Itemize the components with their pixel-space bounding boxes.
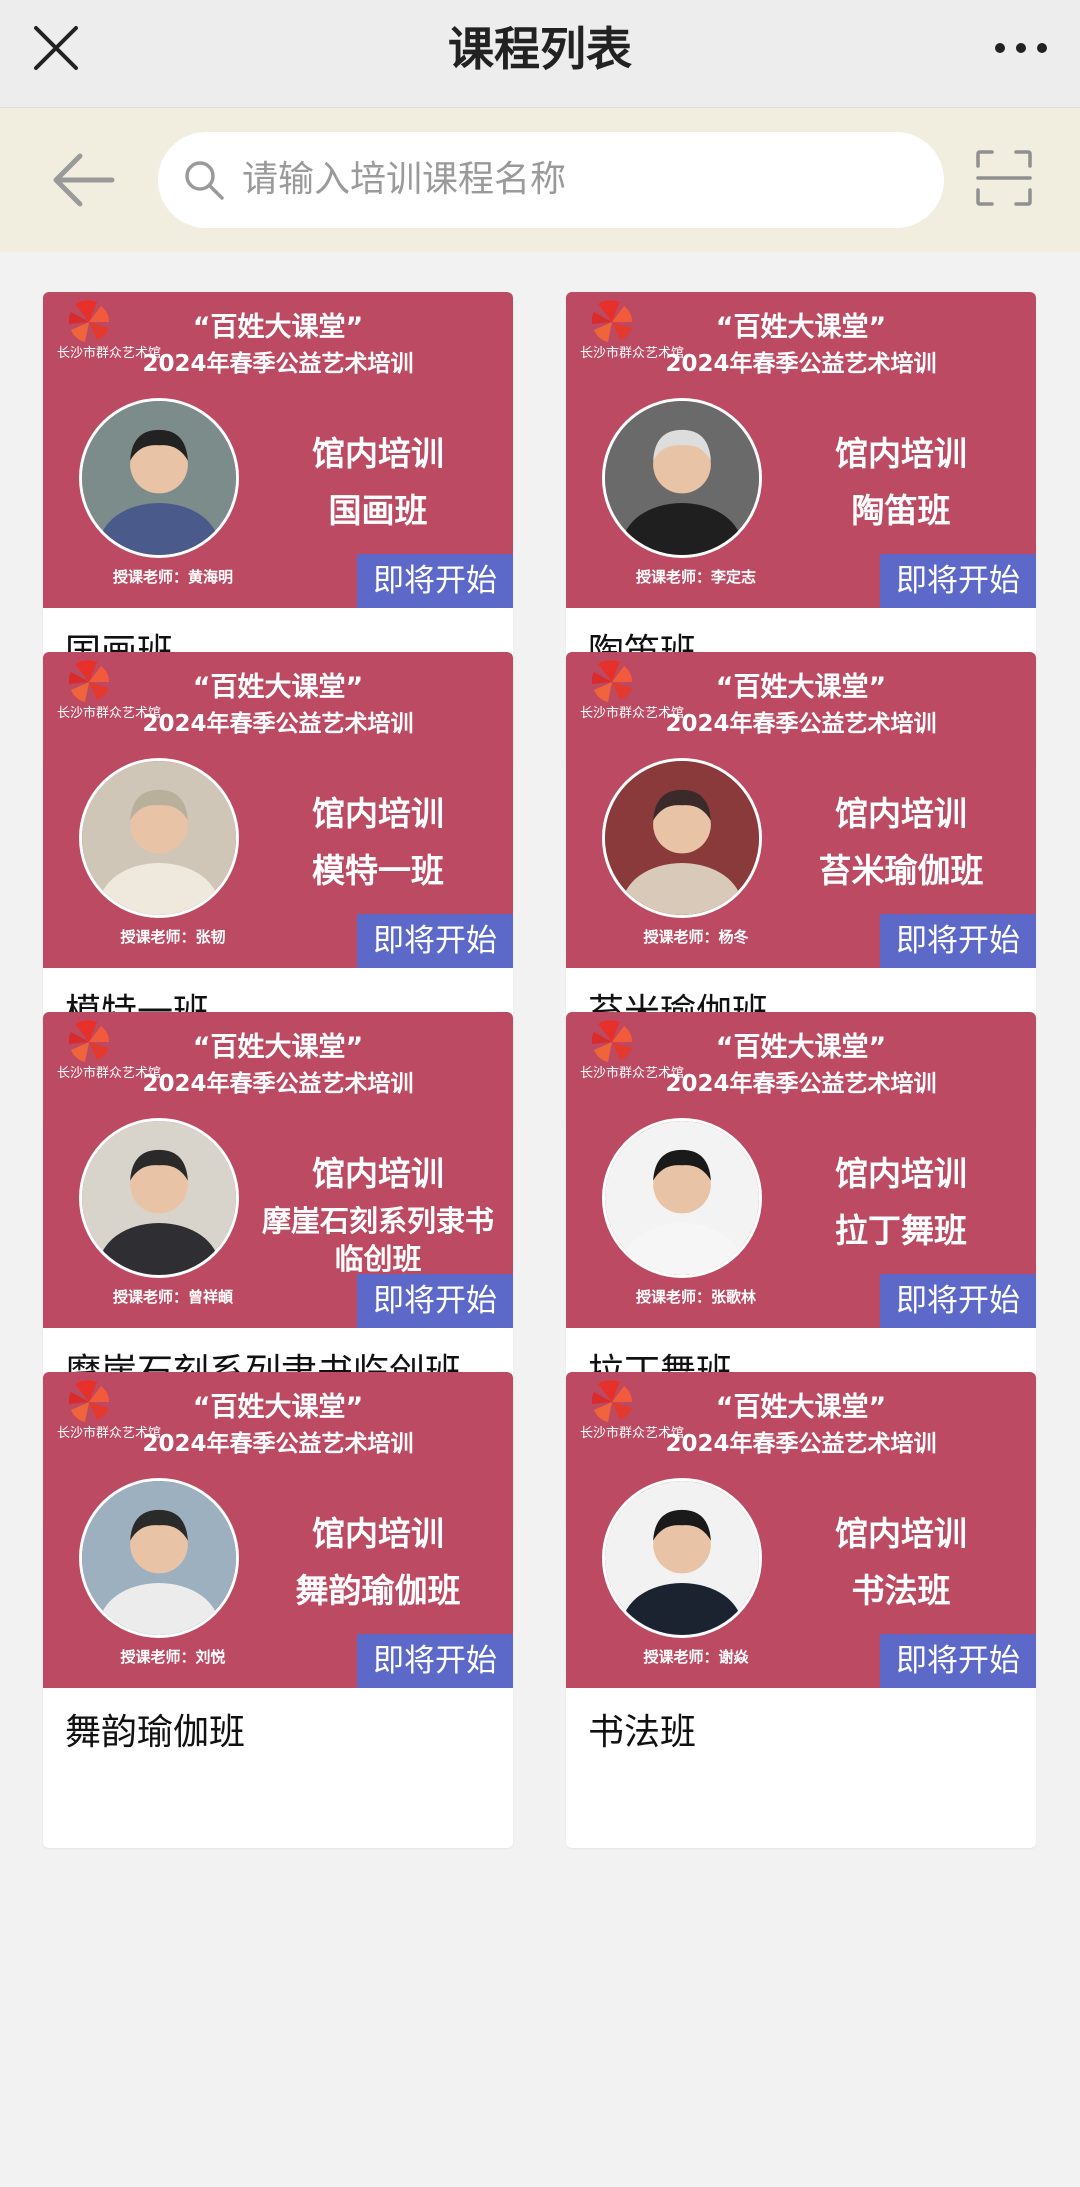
banner-course-name: 苔米瑜伽班 [818,851,984,890]
course-banner: 长沙市群众艺术馆 “百姓大课堂” 2024年春季公益艺术培训 馆内培训 模特一班… [43,652,513,968]
banner-course-name: 拉丁舞班 [835,1211,967,1250]
course-info: 舞韵瑜伽班 [43,1688,513,1762]
status-badge: 即将开始 [880,1274,1036,1328]
event-subtitle: 2024年春季公益艺术培训 [665,351,937,377]
search-placeholder: 请输入培训课程名称 [242,159,567,200]
teacher-name: 授课老师：刘悦 [120,1648,226,1666]
status-badge: 即将开始 [357,1274,513,1328]
teacher-name: 授课老师：黄海明 [112,568,233,586]
teacher-portrait [605,761,759,915]
teacher-photo [602,1478,762,1638]
teacher-name: 授课老师：张歌林 [635,1288,756,1306]
status-badge: 即将开始 [880,554,1036,608]
course-banner: 长沙市群众艺术馆 “百姓大课堂” 2024年春季公益艺术培训 馆内培训 摩崖石刻… [43,1012,513,1328]
teacher-name: 授课老师：张韧 [120,928,226,946]
banner-course-name: 陶笛班 [851,491,951,530]
scan-icon[interactable] [974,148,1034,208]
event-title: “百姓大课堂” [715,1032,887,1063]
search-icon [185,161,224,200]
title-bar: 课程列表 [0,0,1080,108]
tag-line: 馆内培训 [312,1514,444,1553]
back-arrow-icon[interactable] [52,144,116,216]
teacher-portrait [605,401,759,555]
event-subtitle: 2024年春季公益艺术培训 [142,1431,414,1457]
event-subtitle: 2024年春季公益艺术培训 [142,1071,414,1097]
teacher-name: 授课老师：曾祥頔 [112,1288,233,1306]
banner-course-name: 摩崖石刻系列隶书临创班 [261,1204,494,1276]
teacher-photo [79,1118,239,1278]
status-badge: 即将开始 [357,914,513,968]
teacher-portrait [605,1121,759,1275]
course-name: 书法班 [588,1712,697,1753]
teacher-portrait [82,401,236,555]
banner-course-name: 舞韵瑜伽班 [295,1571,461,1610]
event-subtitle: 2024年春季公益艺术培训 [665,1431,937,1457]
course-banner: 长沙市群众艺术馆 “百姓大课堂” 2024年春季公益艺术培训 馆内培训 拉丁舞班… [566,1012,1036,1328]
teacher-photo [79,1478,239,1638]
course-banner: 长沙市群众艺术馆 “百姓大课堂” 2024年春季公益艺术培训 馆内培训 苔米瑜伽… [566,652,1036,968]
teacher-photo [602,1118,762,1278]
more-icon[interactable] [986,22,1056,74]
tag-line: 馆内培训 [312,794,444,833]
teacher-photo [602,758,762,918]
banner-course-name: 书法班 [851,1571,951,1610]
teacher-portrait [82,761,236,915]
event-title: “百姓大课堂” [192,1032,364,1063]
teacher-portrait [82,1121,236,1275]
course-card[interactable]: 长沙市群众艺术馆 “百姓大课堂” 2024年春季公益艺术培训 馆内培训 书法班 … [566,1372,1036,1848]
tag-line: 馆内培训 [835,1514,967,1553]
course-name: 舞韵瑜伽班 [65,1712,246,1753]
teacher-photo [79,758,239,918]
event-title: “百姓大课堂” [192,312,364,343]
teacher-name: 授课老师：谢焱 [643,1648,749,1666]
tag-line: 馆内培训 [312,434,444,473]
course-banner: 长沙市群众艺术馆 “百姓大课堂” 2024年春季公益艺术培训 馆内培训 国画班 … [43,292,513,608]
tag-line: 馆内培训 [835,434,967,473]
banner-course-name: 模特一班 [312,851,444,890]
tag-line: 馆内培训 [312,1154,444,1193]
course-banner: 长沙市群众艺术馆 “百姓大课堂” 2024年春季公益艺术培训 馆内培训 书法班 … [566,1372,1036,1688]
event-subtitle: 2024年春季公益艺术培训 [142,351,414,377]
course-card[interactable]: 长沙市群众艺术馆 “百姓大课堂” 2024年春季公益艺术培训 馆内培训 舞韵瑜伽… [43,1372,513,1848]
event-subtitle: 2024年春季公益艺术培训 [142,711,414,737]
status-badge: 即将开始 [357,554,513,608]
teacher-photo [79,398,239,558]
teacher-name: 授课老师：李定志 [635,568,756,586]
event-title: “百姓大课堂” [192,672,364,703]
event-title: “百姓大课堂” [192,1392,364,1423]
tag-line: 馆内培训 [835,1154,967,1193]
event-subtitle: 2024年春季公益艺术培训 [665,1071,937,1097]
course-info: 书法班 [566,1688,1036,1762]
event-title: “百姓大课堂” [715,672,887,703]
status-badge: 即将开始 [357,1634,513,1688]
status-badge: 即将开始 [880,1634,1036,1688]
banner-course-name: 国画班 [328,491,428,530]
page-title: 课程列表 [448,22,632,76]
teacher-name: 授课老师：杨冬 [643,928,749,946]
tag-line: 馆内培训 [835,794,967,833]
event-subtitle: 2024年春季公益艺术培训 [665,711,937,737]
teacher-portrait [82,1481,236,1635]
teacher-portrait [605,1481,759,1635]
status-badge: 即将开始 [880,914,1036,968]
course-banner: 长沙市群众艺术馆 “百姓大课堂” 2024年春季公益艺术培训 馆内培训 陶笛班 … [566,292,1036,608]
event-title: “百姓大课堂” [715,1392,887,1423]
search-input[interactable]: 请输入培训课程名称 [158,132,944,228]
event-title: “百姓大课堂” [715,312,887,343]
course-banner: 长沙市群众艺术馆 “百姓大课堂” 2024年春季公益艺术培训 馆内培训 舞韵瑜伽… [43,1372,513,1688]
search-bar: 请输入培训课程名称 [0,108,1080,252]
teacher-photo [602,398,762,558]
